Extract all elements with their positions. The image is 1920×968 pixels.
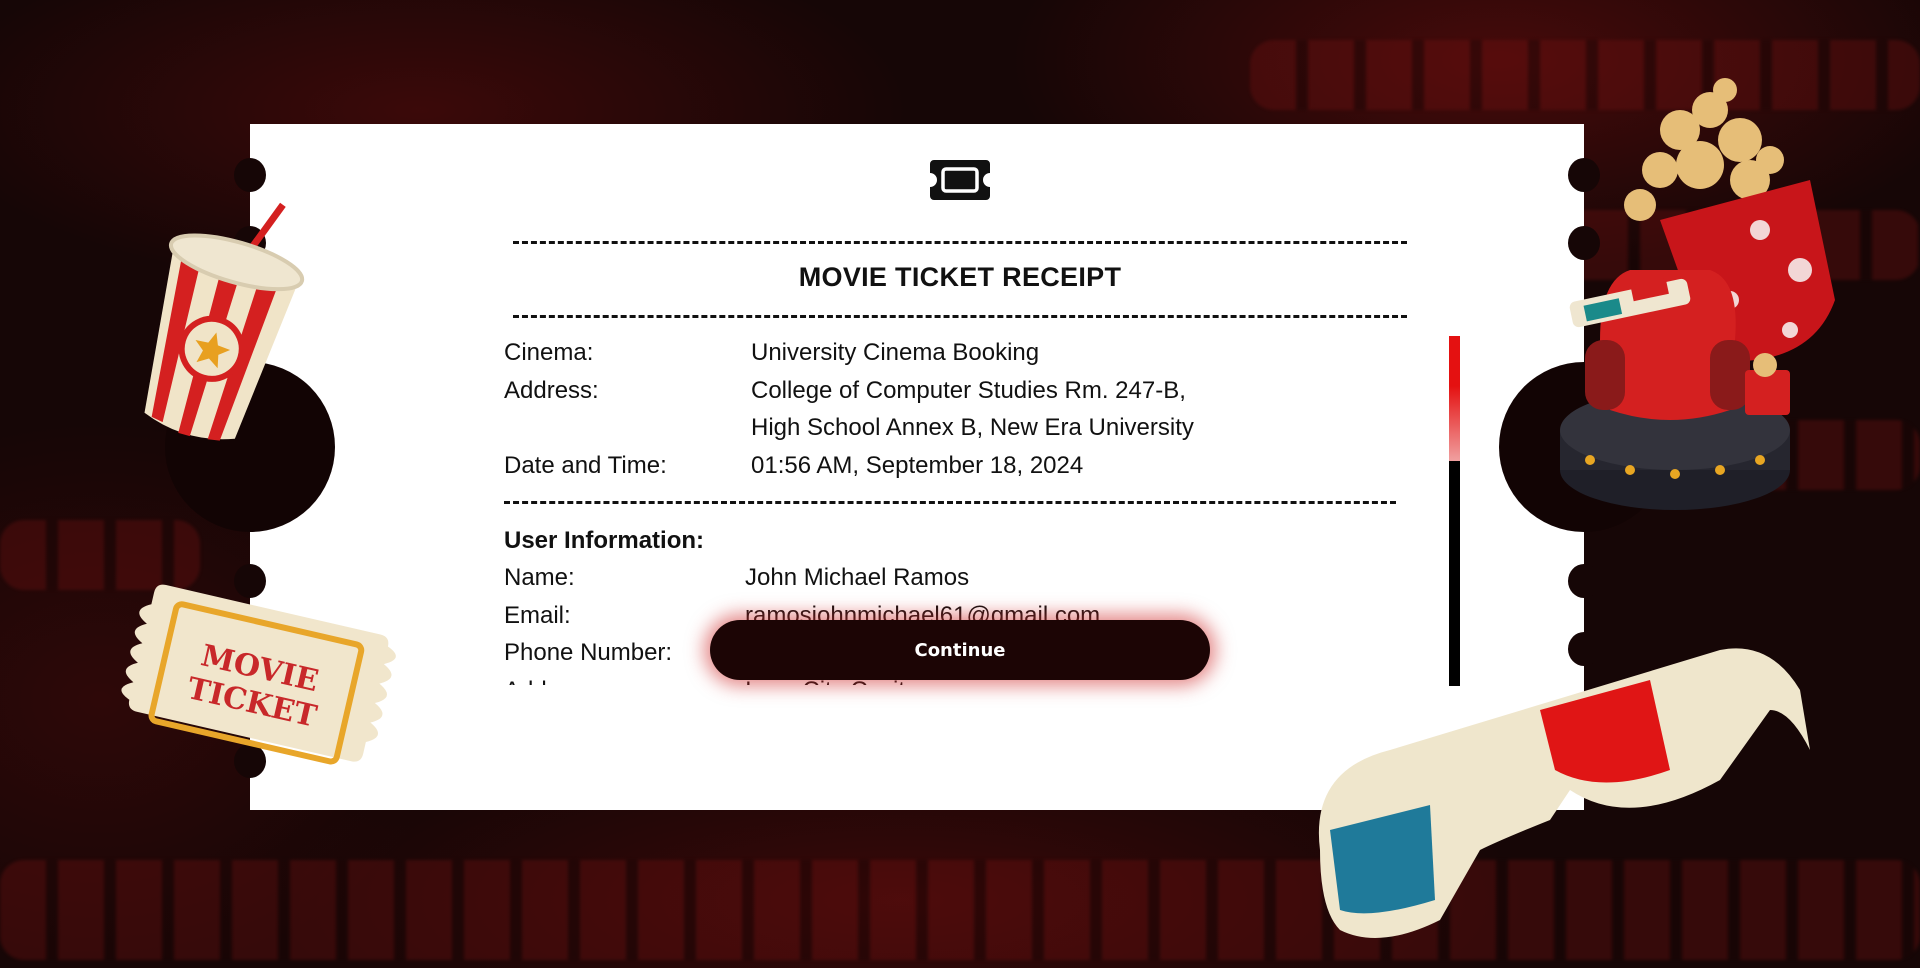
receipt-title: MOVIE TICKET RECEIPT	[798, 262, 1122, 292]
address-line-1: College of Computer Studies Rm. 247-B,	[751, 376, 1186, 404]
popcorn-chair-icon	[1560, 78, 1835, 510]
name-label: Name:	[504, 564, 575, 591]
divider	[504, 501, 1396, 504]
email-label: Email:	[504, 601, 571, 629]
address-row: Address: College of Computer Studies Rm.…	[504, 372, 1404, 410]
divider-row	[504, 484, 1404, 522]
user-section-title: User Information:	[504, 526, 705, 554]
ticket-notch	[1568, 564, 1600, 598]
cinema-label: Cinema:	[504, 339, 594, 366]
divider	[513, 315, 1407, 318]
datetime-row: Date and Time: 01:56 AM, September 18, 2…	[504, 447, 1404, 485]
user-address-label: Address:	[504, 672, 599, 686]
datetime-label: Date and Time:	[504, 451, 667, 479]
movie-ticket-icon: MOVIE TICKET	[121, 584, 396, 765]
cinema-value: University Cinema Booking	[751, 339, 1040, 366]
phone-label: Phone Number:	[504, 639, 673, 666]
name-value: John Michael Ramos	[745, 564, 970, 591]
datetime-value: 01:56 AM, September 18, 2024	[751, 451, 1084, 479]
address-label: Address:	[504, 376, 599, 404]
name-row: Name: John Michael Ramos	[504, 559, 1404, 597]
scrollbar-thumb[interactable]	[1449, 336, 1460, 461]
address-row-2: High School Annex B, New Era University	[504, 409, 1404, 447]
ticket-icon	[930, 160, 990, 200]
address-line-2: High School Annex B, New Era University	[751, 414, 1194, 441]
cinema-row: Cinema: University Cinema Booking	[504, 334, 1404, 372]
divider	[513, 241, 1407, 244]
ticket-notch	[234, 158, 266, 192]
3d-glasses-icon	[1318, 648, 1810, 938]
continue-button[interactable]: Continue	[710, 620, 1210, 680]
soda-cup-icon	[144, 202, 305, 441]
